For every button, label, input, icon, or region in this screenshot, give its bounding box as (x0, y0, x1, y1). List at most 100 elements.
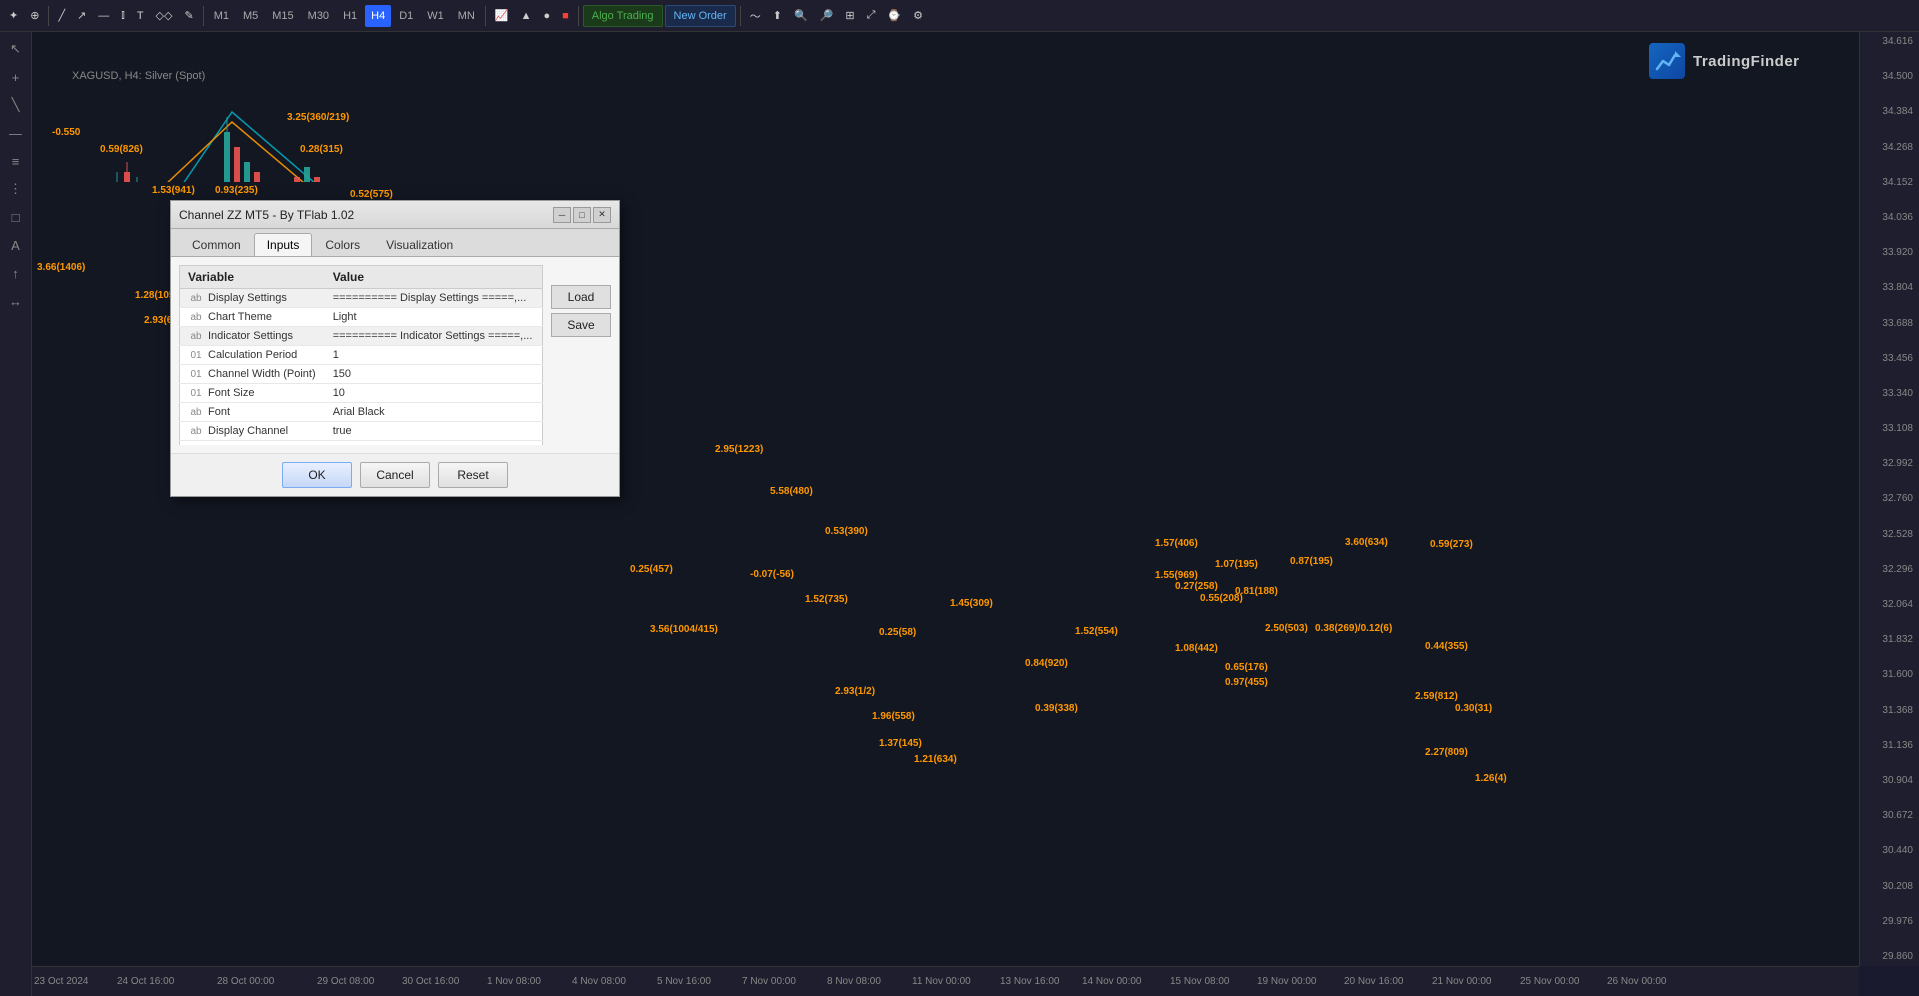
cell-value[interactable]: ========== Indicator Settings =====,... (325, 327, 543, 346)
tab-inputs[interactable]: Inputs (254, 233, 313, 256)
cell-value[interactable]: ========== Display Settings =====,... (325, 289, 543, 308)
chart-type-btn[interactable]: 📈 (490, 4, 514, 28)
dialog-maximize-btn[interactable]: □ (573, 207, 591, 223)
tab-common[interactable]: Common (179, 233, 254, 256)
save-btn[interactable]: Save (551, 313, 611, 337)
table-row[interactable]: abIndicator Settings ========== Indicato… (180, 327, 543, 346)
ann-12: 2.95(1223) (715, 444, 763, 455)
price-tick-15: 32.528 (1862, 529, 1917, 540)
table-row[interactable]: 01Font Size 10 (180, 384, 543, 403)
time-tick-4: 29 Oct 08:00 (317, 976, 374, 987)
table-row[interactable]: 01Lookback 1000 (180, 441, 543, 446)
expand-btn[interactable]: ⤢ (862, 4, 881, 28)
ann-18: 1.45(309) (950, 598, 993, 609)
hline-tool-btn[interactable]: — (93, 4, 114, 28)
ann-44: 0.30(31) (1455, 703, 1492, 714)
cell-value[interactable]: 10 (325, 384, 543, 403)
price-tick-3: 34.384 (1862, 106, 1917, 117)
line-tool-btn[interactable]: ╱ (53, 4, 70, 28)
indicator-settings-dialog[interactable]: Channel ZZ MT5 - By TFlab 1.02 ─ □ ✕ Com… (170, 200, 620, 497)
reset-btn[interactable]: Reset (438, 462, 508, 488)
algo-trading-btn[interactable]: Algo Trading (583, 5, 663, 27)
load-btn[interactable]: Load (551, 285, 611, 309)
text-tool-btn[interactable]: T (132, 4, 149, 28)
sidebar-hline-btn[interactable]: — (3, 120, 29, 146)
channel-tool-btn[interactable]: ⫾ (116, 4, 130, 28)
time-tick-1: 23 Oct 2024 (34, 976, 88, 987)
ann-34: 0.55(208) (1200, 593, 1243, 604)
cursor-tool-btn[interactable]: ✦ (4, 4, 23, 28)
cell-value[interactable]: Arial Black (325, 403, 543, 422)
new-order-btn[interactable]: New Order (665, 5, 736, 27)
chart-area[interactable]: XAGUSD, H4: Silver (Spot) -0.550 0.59(82… (32, 32, 1859, 966)
ann-7: 0.52(575) (350, 189, 393, 200)
price-tick-19: 31.600 (1862, 669, 1917, 680)
price-tick-14: 32.760 (1862, 493, 1917, 504)
tab-visualization[interactable]: Visualization (373, 233, 466, 256)
dialog-minimize-btn[interactable]: ─ (553, 207, 571, 223)
table-row[interactable]: 01Calculation Period 1 (180, 346, 543, 365)
period-w1-btn[interactable]: W1 (421, 5, 450, 27)
sidebar-cursor-btn[interactable]: ↖ (3, 36, 29, 62)
chart-more-btn[interactable]: ⌚ (882, 4, 906, 28)
ok-btn[interactable]: OK (282, 462, 352, 488)
period-d1-btn[interactable]: D1 (393, 5, 419, 27)
main-toolbar: ✦ ⊕ ╱ ↗ — ⫾ T ◇◇ ✎ M1 M5 M15 M30 H1 H4 D… (0, 0, 1919, 32)
sidebar-text-btn[interactable]: A (3, 232, 29, 258)
cell-variable: 01Font Size (180, 384, 325, 403)
dialog-body: Variable Value abDisplay Settings ======… (171, 257, 619, 453)
sidebar-arrow-btn[interactable]: ↑ (3, 260, 29, 286)
table-row[interactable]: abFont Arial Black (180, 403, 543, 422)
sidebar-line-btn[interactable]: ╲ (3, 92, 29, 118)
settings-btn[interactable]: ⚙ (908, 4, 928, 28)
table-row[interactable]: 01Channel Width (Point) 150 (180, 365, 543, 384)
cancel-btn[interactable]: Cancel (360, 462, 430, 488)
chart-type2-btn[interactable]: ▲ (516, 4, 537, 28)
indicator-btn[interactable]: 〜 (745, 4, 766, 28)
price-tick-26: 29.976 (1862, 916, 1917, 927)
ann-46: 1.26(4) (1475, 773, 1507, 784)
pencil-tool-btn[interactable]: ✎ (179, 4, 198, 28)
cell-variable: abDisplay Settings (180, 289, 325, 308)
table-row[interactable]: abChart Theme Light (180, 308, 543, 327)
dialog-tabs: Common Inputs Colors Visualization (171, 229, 619, 257)
sidebar-fib-btn[interactable]: ⋮ (3, 176, 29, 202)
period-m1-btn[interactable]: M1 (208, 5, 235, 27)
period-m30-btn[interactable]: M30 (302, 5, 335, 27)
sidebar-measure-btn[interactable]: ↔ (3, 288, 29, 314)
crosshair-tool-btn[interactable]: ⊕ (25, 4, 44, 28)
tab-colors[interactable]: Colors (312, 233, 373, 256)
ann-29: 0.65(176) (1225, 662, 1268, 673)
period-h1-btn[interactable]: H1 (337, 5, 363, 27)
shape-tool-btn[interactable]: ◇◇ (151, 4, 178, 28)
zoom-in-btn[interactable]: 🔍 (789, 4, 813, 28)
ann-14: 0.25(457) (630, 564, 673, 575)
period-mn-btn[interactable]: MN (452, 5, 481, 27)
sidebar-channel-btn[interactable]: ≡ (3, 148, 29, 174)
color-btn[interactable]: ■ (557, 4, 574, 28)
grid-btn[interactable]: ⊞ (840, 4, 859, 28)
ann-15: -0.07(-56) (750, 569, 794, 580)
cell-value[interactable]: 1000 (325, 441, 543, 446)
period-h4-btn[interactable]: H4 (365, 5, 391, 27)
sidebar-crosshair-btn[interactable]: + (3, 64, 29, 90)
price-tick-12: 33.108 (1862, 423, 1917, 434)
sidebar-shapes-btn[interactable]: □ (3, 204, 29, 230)
period-m5-btn[interactable]: M5 (237, 5, 264, 27)
table-row[interactable]: abDisplay Channel true (180, 422, 543, 441)
ann-31: 1.57(406) (1155, 538, 1198, 549)
cell-value[interactable]: 1 (325, 346, 543, 365)
trading-finder-logo: TradingFinder (1649, 36, 1849, 86)
dialog-titlebar[interactable]: Channel ZZ MT5 - By TFlab 1.02 ─ □ ✕ (171, 201, 619, 229)
dialog-close-btn[interactable]: ✕ (593, 207, 611, 223)
zoom-out-btn[interactable]: 🔎 (815, 4, 839, 28)
table-row[interactable]: abDisplay Settings ========== Display Se… (180, 289, 543, 308)
cell-value[interactable]: true (325, 422, 543, 441)
cell-value[interactable]: 150 (325, 365, 543, 384)
cell-value[interactable]: Light (325, 308, 543, 327)
indicator2-btn[interactable]: ⬆ (768, 4, 787, 28)
row-icon: ab (188, 426, 204, 437)
period-m15-btn[interactable]: M15 (266, 5, 299, 27)
dot-btn[interactable]: ● (538, 4, 555, 28)
arrow-tool-btn[interactable]: ↗ (72, 4, 91, 28)
